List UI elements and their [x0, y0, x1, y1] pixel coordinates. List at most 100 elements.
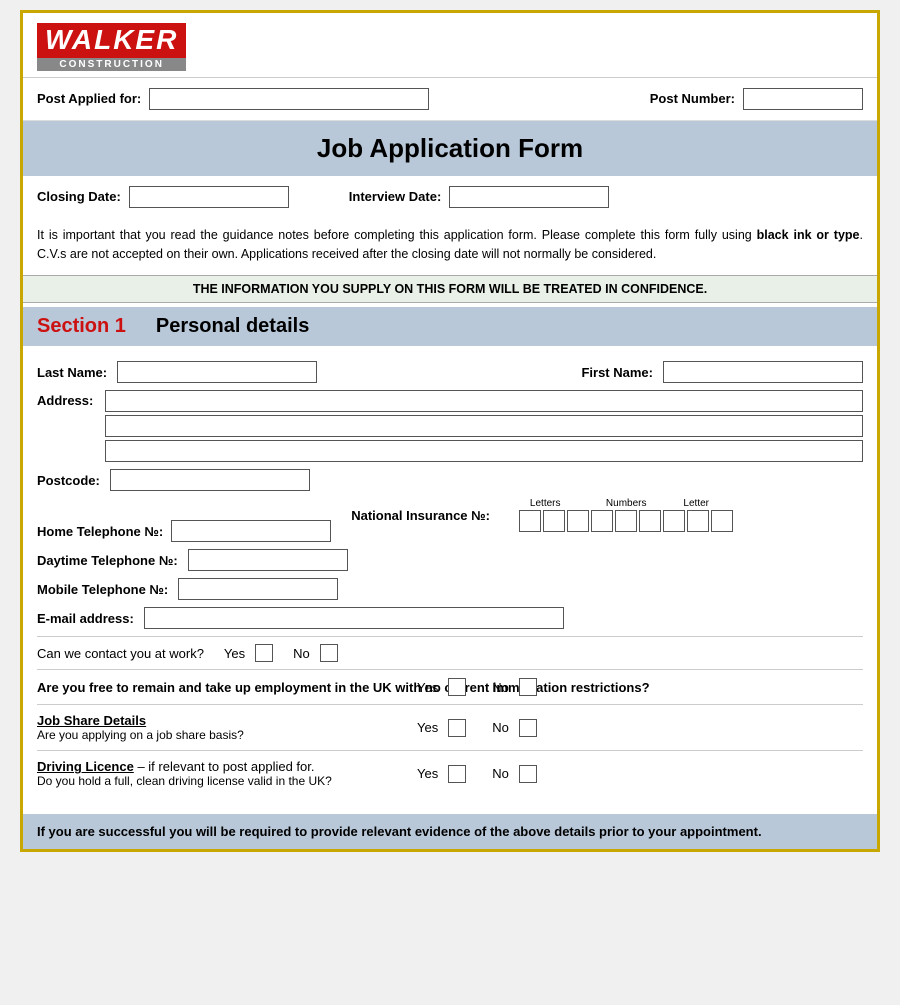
contact-work-no-checkbox[interactable]	[320, 644, 338, 662]
free-remain-no-checkbox[interactable]	[519, 678, 537, 696]
daytime-tel-label: Daytime Telephone №:	[37, 553, 178, 568]
post-number-label: Post Number:	[650, 91, 735, 106]
post-row: Post Applied for: Post Number:	[23, 78, 877, 121]
email-input[interactable]	[144, 607, 564, 629]
first-name-label: First Name:	[581, 365, 653, 380]
contact-work-yes-checkbox[interactable]	[255, 644, 273, 662]
email-label: E-mail address:	[37, 611, 134, 626]
driving-licence-text: Driving Licence – if relevant to post ap…	[37, 759, 407, 774]
name-row: Last Name: First Name:	[37, 361, 863, 383]
ni-box-8[interactable]	[687, 510, 709, 532]
free-remain-yes-checkbox[interactable]	[448, 678, 466, 696]
address-line1-input[interactable]	[105, 390, 863, 412]
job-share-title: Job Share Details	[37, 713, 407, 728]
ni-box-7[interactable]	[663, 510, 685, 532]
no-label-4: No	[492, 766, 509, 781]
home-tel-label: Home Telephone №:	[37, 524, 163, 539]
driving-licence-row: Driving Licence – if relevant to post ap…	[37, 759, 863, 788]
divider1	[37, 636, 863, 637]
driving-licence-title: Driving Licence	[37, 759, 134, 774]
last-name-label: Last Name:	[37, 365, 107, 380]
confidence-bar: THE INFORMATION YOU SUPPLY ON THIS FORM …	[23, 275, 877, 303]
section1-title: Personal details	[156, 315, 309, 338]
driving-licence-desc2: Do you hold a full, clean driving licens…	[37, 774, 407, 788]
application-form: WALKER CONSTRUCTION Post Applied for: Po…	[20, 10, 880, 852]
address-line2-input[interactable]	[105, 415, 863, 437]
divider3	[37, 704, 863, 705]
ni-group: National Insurance №: Letters Numbers Le…	[351, 498, 733, 532]
title-bar: Job Application Form	[23, 121, 877, 176]
ni-letters-label: Letters	[521, 498, 569, 509]
section1-number: Section 1	[37, 315, 126, 338]
job-share-no-checkbox[interactable]	[519, 719, 537, 737]
mobile-tel-label: Mobile Telephone №:	[37, 582, 168, 597]
divider2	[37, 669, 863, 670]
yes-label-3: Yes	[417, 720, 438, 735]
post-applied-group: Post Applied for:	[37, 88, 640, 110]
form-title: Job Application Form	[35, 133, 865, 164]
ni-box-2[interactable]	[543, 510, 565, 532]
free-remain-label: Are you free to remain and take up emplo…	[37, 680, 407, 695]
mobile-tel-input[interactable]	[178, 578, 338, 600]
daytime-tel-input[interactable]	[188, 549, 348, 571]
dates-row: Closing Date: Interview Date:	[23, 176, 877, 218]
footer-text: If you are successful you will be requir…	[37, 824, 863, 839]
job-share-row: Job Share Details Are you applying on a …	[37, 713, 863, 742]
divider4	[37, 750, 863, 751]
ni-box-1[interactable]	[519, 510, 541, 532]
interview-date-input[interactable]	[449, 186, 609, 208]
driving-yes-checkbox[interactable]	[448, 765, 466, 783]
address-line3-input[interactable]	[105, 440, 863, 462]
no-label-2: No	[492, 680, 509, 695]
ni-box-4[interactable]	[591, 510, 613, 532]
home-tel-input[interactable]	[171, 520, 331, 542]
postcode-input[interactable]	[110, 469, 310, 491]
post-applied-input[interactable]	[149, 88, 429, 110]
post-number-group: Post Number:	[650, 88, 863, 110]
job-share-desc: Are you applying on a job share basis?	[37, 728, 407, 742]
yes-label-4: Yes	[417, 766, 438, 781]
no-label-3: No	[492, 720, 509, 735]
closing-date-label: Closing Date:	[37, 189, 121, 204]
home-tel-group: Home Telephone №:	[37, 520, 331, 542]
address-block: Address:	[37, 390, 863, 462]
interview-date-group: Interview Date:	[349, 186, 609, 208]
logo-walker: WALKER	[37, 23, 186, 58]
first-name-input[interactable]	[663, 361, 863, 383]
interview-date-label: Interview Date:	[349, 189, 441, 204]
logo: WALKER CONSTRUCTION	[37, 23, 186, 71]
contact-work-row: Can we contact you at work? Yes No	[37, 644, 863, 662]
job-share-yes-checkbox[interactable]	[448, 719, 466, 737]
header: WALKER CONSTRUCTION	[23, 13, 877, 78]
post-applied-label: Post Applied for:	[37, 91, 141, 106]
form-body: Last Name: First Name: Address: Postcode…	[23, 346, 877, 804]
closing-date-input[interactable]	[129, 186, 289, 208]
daytime-tel-row: Daytime Telephone №:	[37, 549, 863, 571]
no-label-1: No	[293, 646, 310, 661]
ni-box-3[interactable]	[567, 510, 589, 532]
logo-construction: CONSTRUCTION	[37, 58, 186, 71]
contact-work-label: Can we contact you at work?	[37, 646, 204, 661]
free-remain-row: Are you free to remain and take up emplo…	[37, 678, 863, 696]
post-number-input[interactable]	[743, 88, 863, 110]
email-row: E-mail address:	[37, 607, 863, 629]
address-label: Address:	[37, 390, 97, 408]
ni-box-6[interactable]	[639, 510, 661, 532]
section1-header: Section 1 Personal details	[23, 307, 877, 346]
postcode-label: Postcode:	[37, 473, 100, 488]
driving-no-checkbox[interactable]	[519, 765, 537, 783]
closing-date-group: Closing Date:	[37, 186, 289, 208]
ni-box-5[interactable]	[615, 510, 637, 532]
mobile-tel-row: Mobile Telephone №:	[37, 578, 863, 600]
footer-bar: If you are successful you will be requir…	[23, 814, 877, 849]
ni-box-9[interactable]	[711, 510, 733, 532]
yes-label-2: Yes	[417, 680, 438, 695]
postcode-row: Postcode:	[37, 469, 863, 491]
ni-letter-label: Letter	[683, 498, 709, 509]
yes-label-1: Yes	[224, 646, 245, 661]
info-text: It is important that you read the guidan…	[23, 218, 877, 272]
last-name-input[interactable]	[117, 361, 317, 383]
ni-number-label: National Insurance №:	[351, 508, 490, 523]
driving-licence-desc1: – if relevant to post applied for.	[137, 759, 314, 774]
ni-label-row: National Insurance №: Letters Numbers Le…	[351, 498, 733, 532]
